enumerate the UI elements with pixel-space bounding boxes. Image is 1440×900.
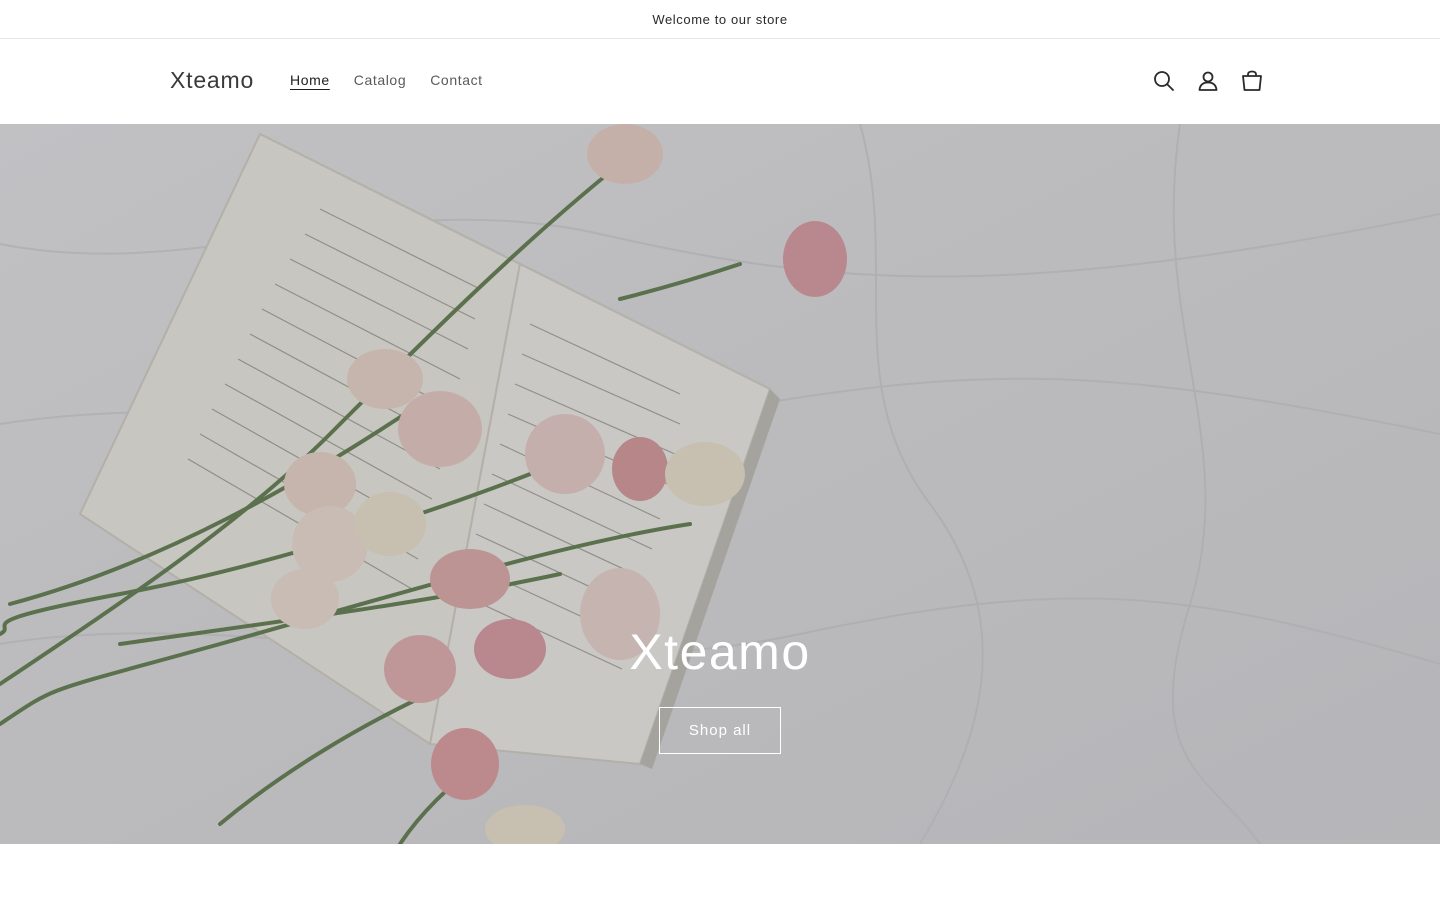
account-button[interactable] xyxy=(1186,59,1230,103)
nav-item-home[interactable]: Home xyxy=(278,72,342,88)
announcement-text: Welcome to our store xyxy=(652,11,788,27)
shop-all-button[interactable]: Shop all xyxy=(659,707,781,754)
hero-banner: Xteamo Shop all xyxy=(0,124,1440,844)
header-icons xyxy=(1142,59,1274,103)
search-icon xyxy=(1154,71,1174,91)
cart-icon xyxy=(1242,70,1262,91)
nav-item-catalog[interactable]: Catalog xyxy=(342,72,418,88)
site-header: Xteamo Home Catalog Contact xyxy=(0,39,1440,124)
store-logo[interactable]: Xteamo xyxy=(170,67,254,94)
hero-title: Xteamo xyxy=(629,624,811,680)
cart-button[interactable] xyxy=(1230,59,1274,103)
search-button[interactable] xyxy=(1142,59,1186,103)
nav-item-contact[interactable]: Contact xyxy=(418,72,494,88)
hero-content: Xteamo Shop all xyxy=(0,621,1440,754)
announcement-bar: Welcome to our store xyxy=(0,0,1440,39)
main-nav: Home Catalog Contact xyxy=(278,72,495,88)
account-icon xyxy=(1198,71,1218,91)
